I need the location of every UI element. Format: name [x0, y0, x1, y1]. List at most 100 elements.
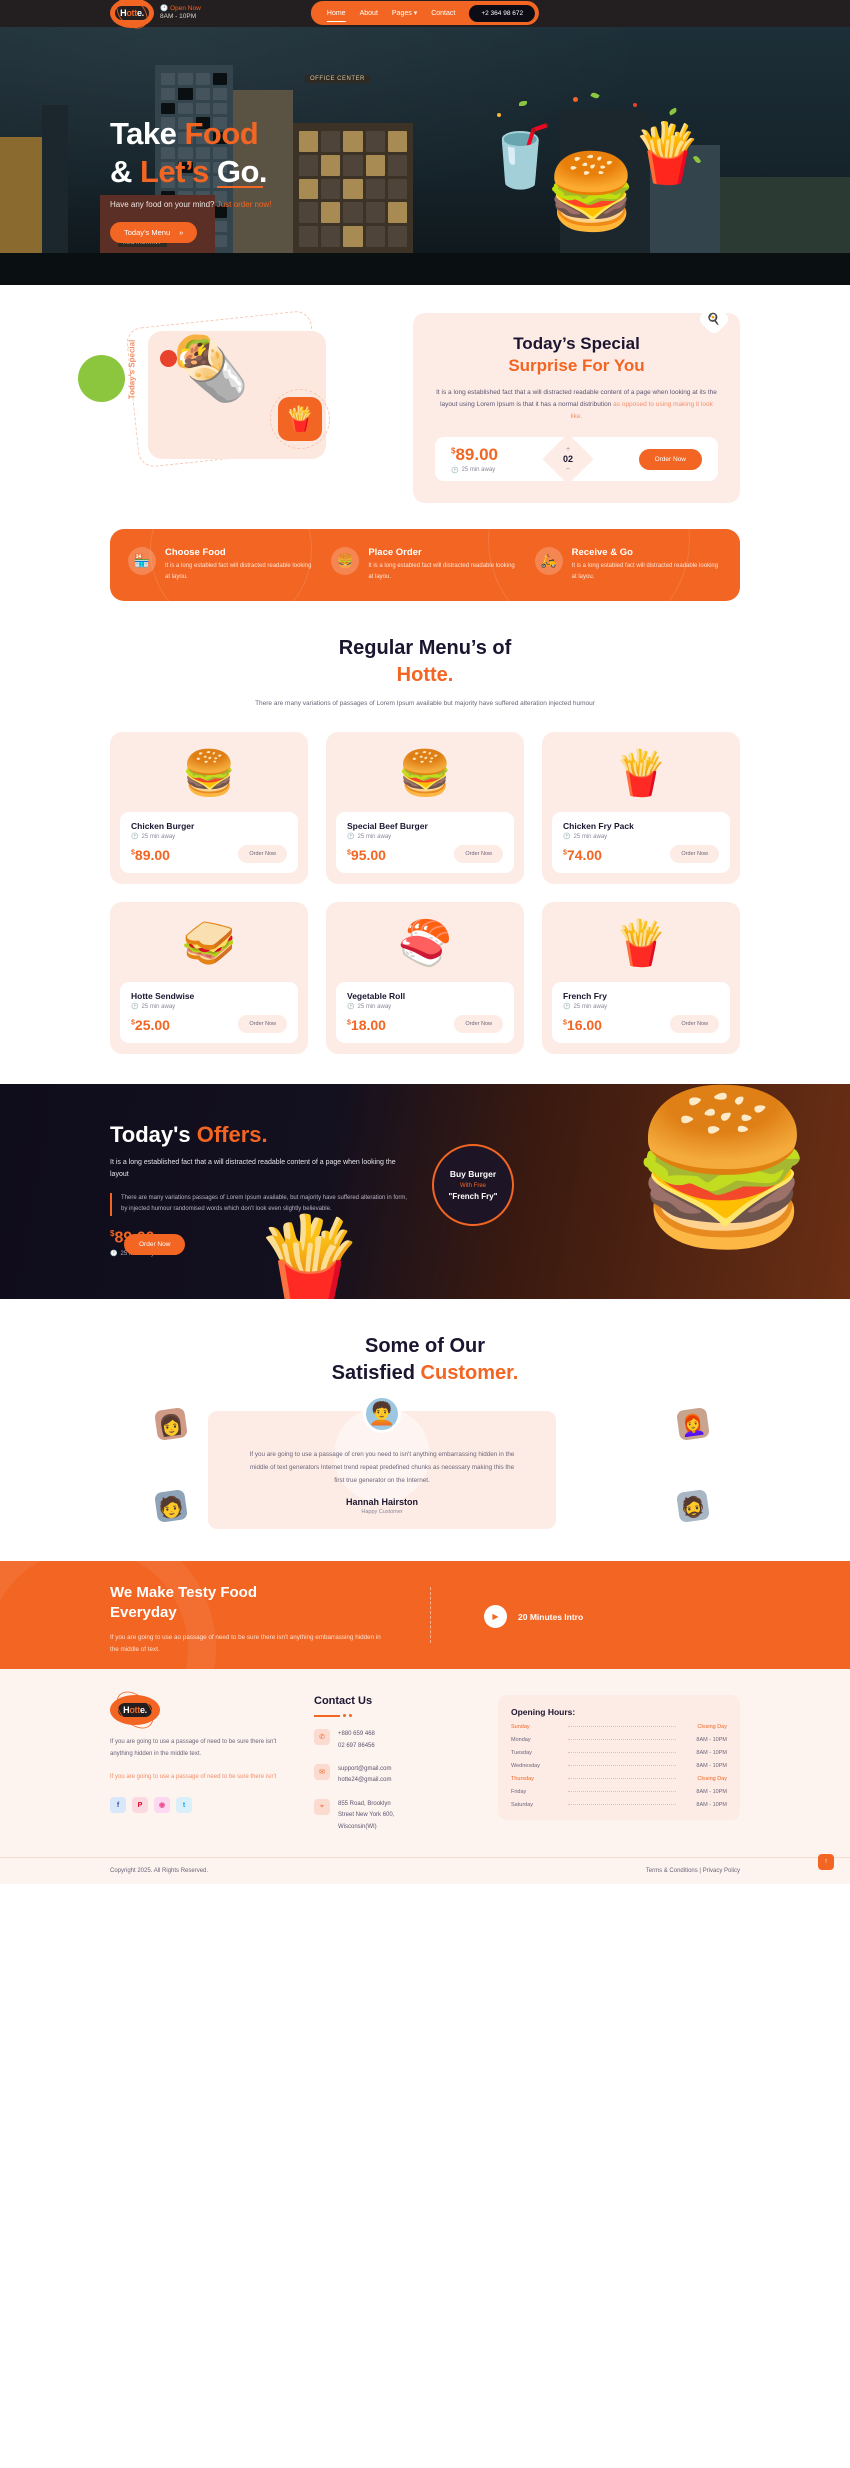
- step-desc: It is a long establed fact will distract…: [368, 563, 515, 581]
- building: [0, 137, 42, 255]
- dribbble-icon[interactable]: ◉: [154, 1797, 170, 1814]
- clock-icon: 🕐: [160, 4, 169, 12]
- order-now-button[interactable]: Order Now: [238, 845, 287, 864]
- food-image-icon: 🍔: [181, 749, 237, 799]
- offers-quote: There are many variations passages of Lo…: [110, 1192, 410, 1217]
- testimonial-title: Some of Our Satisfied Customer.: [331, 1335, 519, 1385]
- food-time: 🕐 25 min away: [563, 1003, 608, 1011]
- menu-card[interactable]: 🍟 Chicken Fry Pack 🕐 25 min away $74.00 O…: [542, 732, 740, 885]
- title-underline: [314, 1714, 474, 1718]
- contact-phone-text[interactable]: +880 659 468 02 697 86456: [338, 1729, 375, 1752]
- cta-video-block[interactable]: ▶ 20 Minutes Intro: [484, 1605, 583, 1629]
- food-name: Special Beef Burger: [347, 821, 428, 832]
- hours-row: Sunday Closing Day: [511, 1724, 727, 1730]
- hours-row: Tuesday 8AM - 10PM: [511, 1750, 727, 1756]
- footer-hours-column: Opening Hours: Sunday Closing Day Monday…: [498, 1695, 740, 1833]
- special-order-button[interactable]: Order Now: [638, 448, 702, 470]
- clock-icon: 🕐: [347, 1004, 355, 1011]
- building: [720, 177, 850, 255]
- food-price: $74.00: [563, 847, 602, 864]
- menu-card[interactable]: 🍣 Vegetable Roll 🕐 25 min away $18.00 Ord…: [326, 902, 524, 1055]
- nav-item-pages[interactable]: Pages ▾: [392, 9, 417, 17]
- clock-icon: 🕐: [131, 1004, 139, 1011]
- quantity-stepper[interactable]: + 02 –: [542, 433, 594, 485]
- hours-day: Thursday: [511, 1776, 534, 1783]
- hours-time: 8AM - 10PM: [696, 1737, 727, 1744]
- food-price: $16.00: [563, 1017, 602, 1034]
- menu-card[interactable]: 🍔 Chicken Burger 🕐 25 min away $89.00 Ord…: [110, 732, 308, 885]
- contact-phone-row: ✆ +880 659 468 02 697 86456: [314, 1729, 474, 1752]
- landing-page: Hotte. 🕐 Open Now 8AM - 10PM Home About …: [0, 0, 850, 1884]
- offers-order-button[interactable]: Order Now: [124, 1234, 186, 1256]
- hours-row: Monday 8AM - 10PM: [511, 1737, 727, 1743]
- menu-card[interactable]: 🍔 Special Beef Burger 🕐 25 min away $95.0…: [326, 732, 524, 885]
- step-title: Choose Food: [165, 547, 226, 559]
- cta-divider: [430, 1587, 431, 1644]
- social-links: f P ◉ t: [110, 1797, 290, 1814]
- food-price: $95.00: [347, 847, 386, 864]
- pinterest-icon[interactable]: P: [132, 1797, 148, 1814]
- hours-row: Wednesday 8AM - 10PM: [511, 1763, 727, 1769]
- opening-hours-title: Opening Hours:: [511, 1707, 576, 1718]
- hero-ground: [0, 253, 850, 285]
- menu-card[interactable]: 🍟 French Fry 🕐 25 min away $16.00 Order N…: [542, 902, 740, 1055]
- todays-menu-button[interactable]: Today’s Menu »: [110, 221, 198, 243]
- contact-title: Contact Us: [314, 1695, 373, 1708]
- badge-line-1: Buy Burger: [449, 1169, 497, 1180]
- footer-logo[interactable]: Hotte.: [110, 1695, 160, 1726]
- footer-links[interactable]: Terms & Conditions | Privacy Policy: [646, 1868, 740, 1874]
- fries-icon: 🍟: [631, 121, 704, 186]
- hours-day: Wednesday: [511, 1763, 540, 1770]
- footer-contact-column: Contact Us ✆ +880 659 468 02 697 86456 ✉…: [314, 1695, 474, 1833]
- regular-menu-section: Regular Menu’s of Hotte. There are many …: [0, 601, 850, 1084]
- clock-icon: 🕐: [110, 1251, 118, 1258]
- contact-email-text[interactable]: support@gmail.com hotte24@gmail.com: [338, 1764, 391, 1787]
- testimonial-section: Some of Our Satisfied Customer. 👩 🧑 👩‍🦰 …: [0, 1299, 850, 1561]
- order-now-button[interactable]: Order Now: [238, 1015, 287, 1034]
- special-order-row: $89.00 🕐 25 min away + 02 – Order Now: [435, 433, 718, 485]
- food-name: Chicken Burger: [131, 821, 195, 832]
- facebook-icon[interactable]: f: [110, 1797, 126, 1814]
- phone-icon: ✆: [314, 1729, 330, 1746]
- hours-time: Closing Day: [697, 1724, 727, 1731]
- building-windows: [299, 131, 407, 247]
- building: [293, 123, 413, 255]
- special-price-block: $89.00 🕐 25 min away: [451, 445, 498, 474]
- step-desc: It is a long establed fact will distract…: [165, 563, 312, 581]
- hours-time: Closing Day: [697, 1776, 727, 1783]
- hero-section: OFFICE CENTER RESTAURANT COFFEE SHOP Tak…: [0, 27, 850, 285]
- order-now-button[interactable]: Order Now: [670, 1015, 719, 1034]
- play-icon[interactable]: ▶: [484, 1605, 507, 1629]
- order-now-button[interactable]: Order Now: [454, 845, 503, 864]
- logo-text: Hotte.: [115, 6, 149, 20]
- nav-item-home[interactable]: Home: [326, 10, 346, 22]
- offer-badge[interactable]: Buy Burger With Free "French Fry": [432, 1144, 514, 1227]
- menu-card[interactable]: 🥪 Hotte Sendwise 🕐 25 min away $25.00 Ord…: [110, 902, 308, 1055]
- decrement-button[interactable]: –: [563, 465, 573, 472]
- top-header: Hotte. 🕐 Open Now 8AM - 10PM Home About …: [0, 0, 850, 28]
- footer-about-column: Hotte. If you are going to use a passage…: [110, 1695, 290, 1833]
- special-info-card: 🍳 Today’s Special Surprise For You It is…: [413, 302, 740, 504]
- phone-button[interactable]: +2 364 98 672: [469, 4, 536, 22]
- clock-icon: 🕐: [131, 834, 139, 841]
- food-time: 🕐 25 min away: [347, 833, 392, 841]
- twitter-icon[interactable]: t: [176, 1797, 192, 1814]
- cta-section: We Make Testy Food Everyday If you are g…: [0, 1561, 850, 1670]
- nav-item-contact[interactable]: Contact: [431, 10, 455, 17]
- footer-about-text-accent: If you are going to use a passage of nee…: [110, 1774, 277, 1781]
- hours-day: Monday: [511, 1737, 531, 1744]
- hours-time: 8AM - 10PM: [696, 1750, 727, 1757]
- todays-offers-section: 🍟 🍔 Today's Offers. It is a long establi…: [0, 1084, 850, 1300]
- main-nav: Home About Pages ▾ Contact +2 364 98 672: [310, 1, 540, 25]
- special-illustration: Today’s Special 🌯 🍟: [110, 309, 395, 476]
- scroll-to-top-button[interactable]: ↑: [818, 1853, 834, 1870]
- order-now-button[interactable]: Order Now: [454, 1015, 503, 1034]
- menu-title: Regular Menu’s of Hotte.: [338, 636, 512, 686]
- order-now-button[interactable]: Order Now: [670, 845, 719, 864]
- steps-banner: 🏪 Choose Food It is a long establed fact…: [110, 529, 740, 601]
- step-choose-food: 🏪 Choose Food It is a long establed fact…: [120, 547, 323, 583]
- avatar: 🧑: [151, 1486, 191, 1526]
- increment-button[interactable]: +: [563, 446, 573, 453]
- brand-logo[interactable]: Hotte. 🕐 Open Now 8AM - 10PM: [110, 0, 201, 28]
- nav-item-about[interactable]: About: [360, 10, 378, 17]
